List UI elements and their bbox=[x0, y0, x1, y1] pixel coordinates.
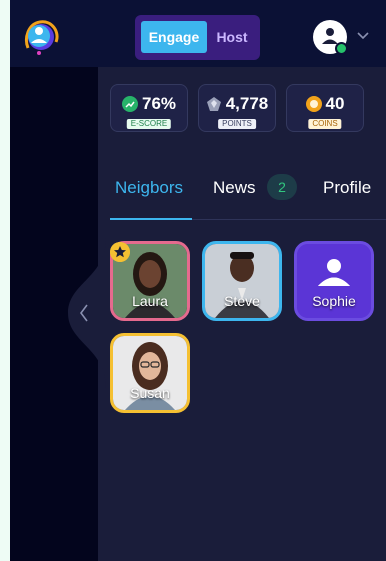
neighbor-name-steve: Steve bbox=[224, 293, 260, 309]
app-logo-icon[interactable] bbox=[22, 18, 60, 56]
tab-profile[interactable]: Profile bbox=[323, 178, 371, 198]
coins-value: 40 bbox=[325, 94, 345, 113]
tab-news[interactable]: News bbox=[213, 178, 256, 198]
e-score-card: 76% E-SCORE bbox=[110, 84, 188, 132]
online-status-dot bbox=[335, 42, 348, 55]
tab-divider bbox=[192, 219, 386, 220]
neighbor-name-laura: Laura bbox=[132, 293, 168, 309]
points-card: 4,778 POINTS bbox=[198, 84, 276, 132]
favorite-star-icon bbox=[110, 242, 130, 262]
neighbor-card-sophie[interactable]: Sophie bbox=[294, 241, 374, 321]
neighbor-name-susan: Susan bbox=[130, 385, 170, 401]
coin-icon bbox=[305, 96, 322, 112]
e-score-value: 76% bbox=[141, 94, 177, 113]
host-toggle-button[interactable]: Host bbox=[209, 21, 255, 53]
tab-bar: Neigbors News Profile bbox=[110, 170, 386, 220]
coins-label: COINS bbox=[308, 119, 342, 129]
e-score-label: E-SCORE bbox=[126, 119, 172, 129]
chevron-down-icon[interactable] bbox=[356, 28, 370, 42]
active-tab-indicator bbox=[110, 218, 192, 220]
engage-host-toggle: Engage Host bbox=[135, 15, 260, 60]
neighbor-card-susan[interactable]: Susan bbox=[110, 333, 190, 413]
gem-icon bbox=[206, 97, 221, 111]
neighbor-name-sophie: Sophie bbox=[312, 293, 356, 309]
collapse-sidebar-handle[interactable] bbox=[66, 238, 106, 388]
points-value: 4,778 bbox=[225, 94, 269, 113]
neighbor-card-steve[interactable]: Steve bbox=[202, 241, 282, 321]
trend-up-icon bbox=[121, 96, 138, 112]
engage-toggle-button[interactable]: Engage bbox=[141, 21, 207, 53]
app-window: Engage Host 76% E-SCORE 4,778 POINTS 40 … bbox=[10, 0, 386, 561]
points-label: POINTS bbox=[218, 119, 256, 129]
tab-neighbors[interactable]: Neigbors bbox=[115, 178, 183, 198]
news-count-badge: 2 bbox=[267, 174, 297, 200]
coins-card: 40 COINS bbox=[286, 84, 364, 132]
user-avatar[interactable] bbox=[313, 20, 348, 55]
top-bar: Engage Host bbox=[10, 0, 386, 67]
